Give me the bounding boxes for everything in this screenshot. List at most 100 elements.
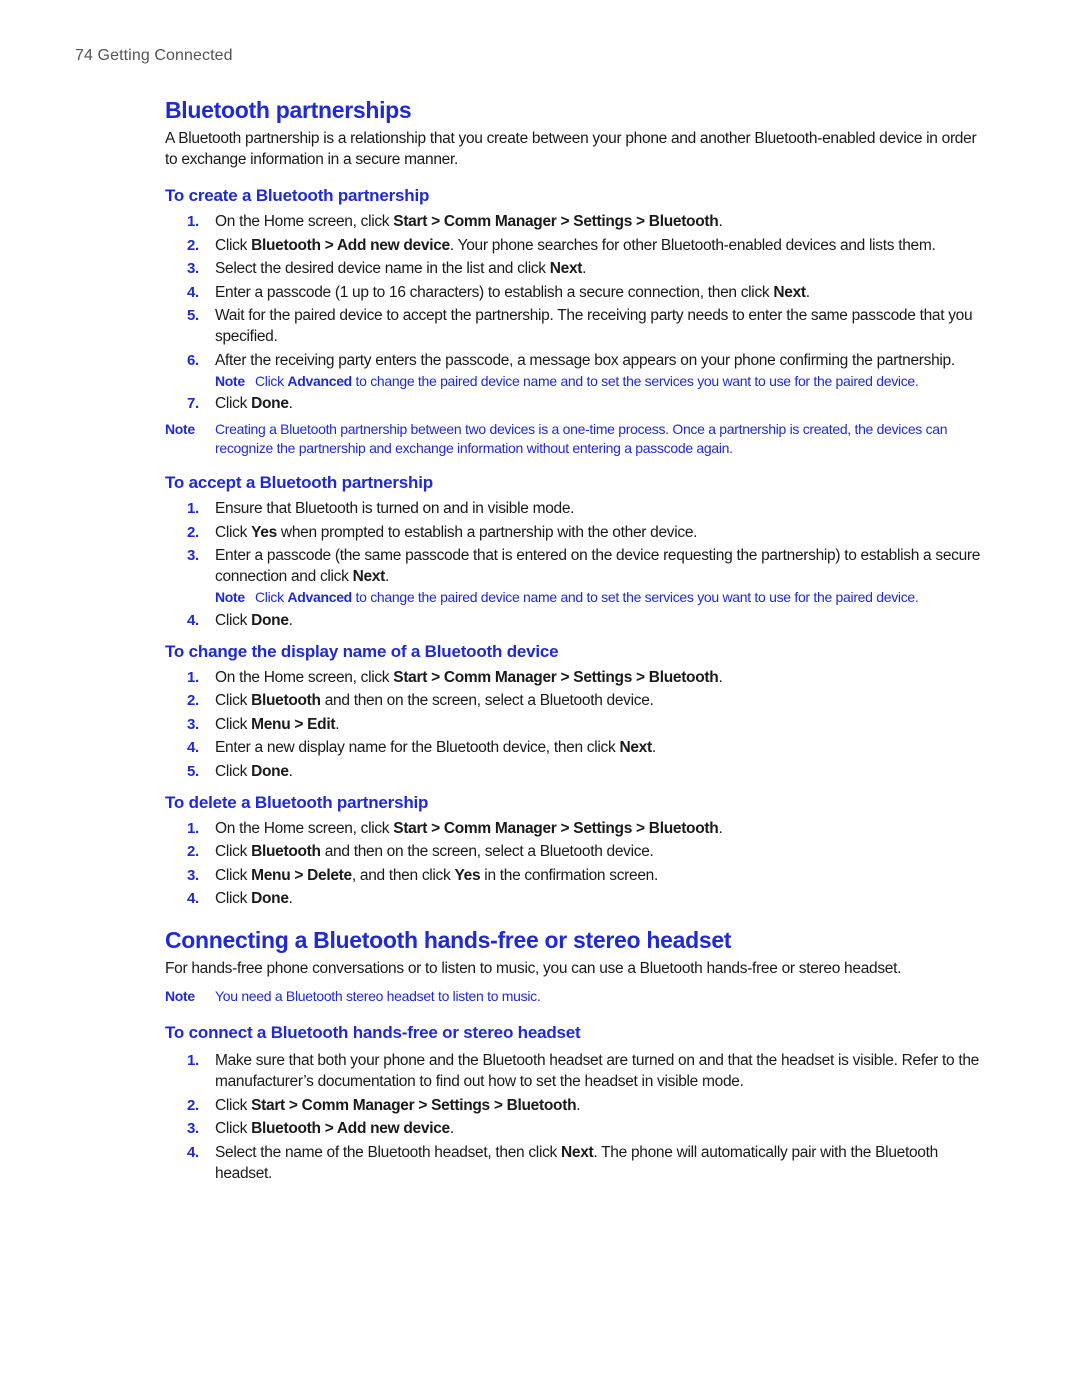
step-text: Make sure that both your phone and the B… — [215, 1052, 979, 1090]
steps-accept-partnership: 1. Ensure that Bluetooth is turned on and… — [165, 498, 985, 631]
heading-accept-partnership: To accept a Bluetooth partnership — [165, 473, 433, 492]
step-number: 1. — [187, 1052, 199, 1069]
step-text: Click Menu > Delete, and then click Yes … — [215, 867, 658, 884]
step-number: 1. — [187, 819, 199, 837]
ui-term: Done — [251, 890, 289, 907]
text-run: On the Home screen, click — [215, 213, 394, 230]
ui-term: Done — [251, 395, 289, 412]
step-item: 3. Select the desired device name in the … — [165, 258, 985, 279]
text-run: and then on the screen, select a Bluetoo… — [320, 843, 654, 860]
steps-delete-partnership: 1. On the Home screen, click Start > Comm… — [165, 818, 985, 910]
text-run: Click — [215, 1096, 252, 1114]
step-item: 3. Click Menu > Delete, and then click Ye… — [165, 865, 985, 886]
ui-term: Start > Comm Manager > Settings > Blueto… — [251, 1096, 577, 1114]
ui-term: Bluetooth — [251, 692, 321, 709]
step-text: Click Done. — [215, 763, 293, 780]
text-run: On the Home screen, click — [215, 819, 394, 837]
running-head: 74 Getting Connected — [75, 47, 233, 64]
text-run: Click — [215, 692, 252, 709]
note-label: Note — [215, 372, 245, 389]
text-run: . — [718, 213, 723, 230]
text-run: On the Home screen, click — [215, 668, 394, 686]
ui-term: Next — [773, 283, 806, 301]
note-create-partnership: Note Creating a Bluetooth partnership be… — [165, 420, 985, 458]
step-text: On the Home screen, click Start > Comm M… — [215, 819, 723, 837]
step-text: Click Done. — [215, 612, 293, 629]
step-number: 4. — [187, 1143, 199, 1161]
step-number: 1. — [187, 668, 199, 686]
text-run: . Your phone searches for other Bluetoot… — [449, 236, 936, 254]
ui-term: Start > Comm Manager > Settings > Blueto… — [393, 668, 719, 686]
step-text: Click Done. — [215, 890, 293, 907]
step-number: 3. — [187, 1120, 199, 1137]
step-item: 4. Click Done. — [165, 610, 985, 631]
step-text: Select the name of the Bluetooth headset… — [215, 1144, 938, 1182]
step-text: Click Bluetooth > Add new device. Your p… — [215, 236, 936, 254]
text-run: Click — [215, 523, 252, 541]
step-item: 3. Enter a passcode (the same passcode th… — [165, 545, 985, 607]
step-item: 3. Click Menu > Edit. — [165, 714, 985, 735]
text-run: Ensure that Bluetooth is turned on and i… — [215, 500, 575, 517]
step-item: 6. After the receiving party enters the p… — [165, 350, 985, 391]
step-number: 2. — [187, 523, 199, 541]
text-run: . — [718, 819, 723, 837]
ui-term: Advanced — [287, 372, 352, 389]
note-headset: Note You need a Bluetooth stereo headset… — [165, 987, 985, 1006]
text-run: Select the desired device name in the li… — [215, 260, 550, 277]
text-run: Click — [215, 715, 252, 733]
text-run: . — [449, 1120, 454, 1137]
note-text: Creating a Bluetooth partnership between… — [215, 421, 948, 456]
text-run: Click — [215, 611, 252, 629]
step-item: 4. Click Done. — [165, 888, 985, 909]
text-run: in the confirmation screen. — [480, 866, 658, 884]
step-text: Enter a passcode (the same passcode that… — [215, 547, 980, 585]
text-run: Enter a new display name for the Bluetoo… — [215, 739, 620, 756]
step-text: Ensure that Bluetooth is turned on and i… — [215, 500, 574, 517]
step-item: 5. Click Done. — [165, 761, 985, 782]
step-text: Click Done. — [215, 395, 293, 412]
step-number: 5. — [187, 307, 199, 324]
step-number: 2. — [187, 843, 199, 860]
text-run: . — [335, 715, 340, 733]
step-text: Click Yes when prompted to establish a p… — [215, 524, 697, 541]
step-item: 7. Click Done. — [165, 393, 985, 414]
step-item: 1. On the Home screen, click Start > Comm… — [165, 818, 985, 839]
ui-term: Next — [619, 739, 652, 756]
steps-connect-headset: 1. Make sure that both your phone and the… — [165, 1050, 985, 1184]
step-text: Click Menu > Edit. — [215, 715, 340, 733]
step-text: On the Home screen, click Start > Comm M… — [215, 213, 723, 230]
steps-change-display-name: 1. On the Home screen, click Start > Comm… — [165, 667, 985, 782]
step-item: 1. On the Home screen, click Start > Comm… — [165, 667, 985, 688]
text-run: Click — [255, 589, 288, 605]
text-run: Click — [215, 762, 252, 780]
section-intro: A Bluetooth partnership is a relationshi… — [165, 130, 977, 168]
text-run: . — [288, 762, 293, 780]
step-text: On the Home screen, click Start > Comm M… — [215, 668, 723, 686]
step-number: 5. — [187, 762, 199, 780]
text-run: Select the name of the Bluetooth headset… — [215, 1143, 561, 1161]
ui-term: Done — [251, 762, 289, 780]
ui-term: Start > Comm Manager > Settings > Blueto… — [393, 213, 719, 230]
note-text: Click Advanced to change the paired devi… — [255, 373, 919, 389]
step-text: Click Bluetooth and then on the screen, … — [215, 692, 654, 709]
ui-term: Next — [561, 1143, 594, 1161]
text-run: Enter a passcode (1 up to 16 characters)… — [215, 283, 774, 301]
step-number: 4. — [187, 890, 199, 907]
step-item: 1. Make sure that both your phone and the… — [165, 1050, 985, 1092]
step-number: 7. — [187, 395, 199, 412]
section-title-headset: Connecting a Bluetooth hands-free or ste… — [165, 927, 732, 953]
step-number: 4. — [187, 283, 199, 301]
text-run: Click — [215, 843, 252, 860]
text-run: Click — [215, 1120, 252, 1137]
ui-term: Start > Comm Manager > Settings > Blueto… — [393, 819, 719, 837]
ui-term: Bluetooth > Add new device — [251, 236, 450, 254]
step-number: 4. — [187, 611, 199, 629]
step-text: Click Bluetooth > Add new device. — [215, 1120, 454, 1137]
heading-create-partnership: To create a Bluetooth partnership — [165, 186, 430, 205]
text-run: Click — [215, 866, 252, 884]
step-number: 1. — [187, 213, 199, 230]
text-run: . — [385, 568, 390, 585]
text-run: and then on the screen, select a Bluetoo… — [320, 692, 654, 709]
step-number: 4. — [187, 739, 199, 756]
step-text: Select the desired device name in the li… — [215, 260, 586, 277]
